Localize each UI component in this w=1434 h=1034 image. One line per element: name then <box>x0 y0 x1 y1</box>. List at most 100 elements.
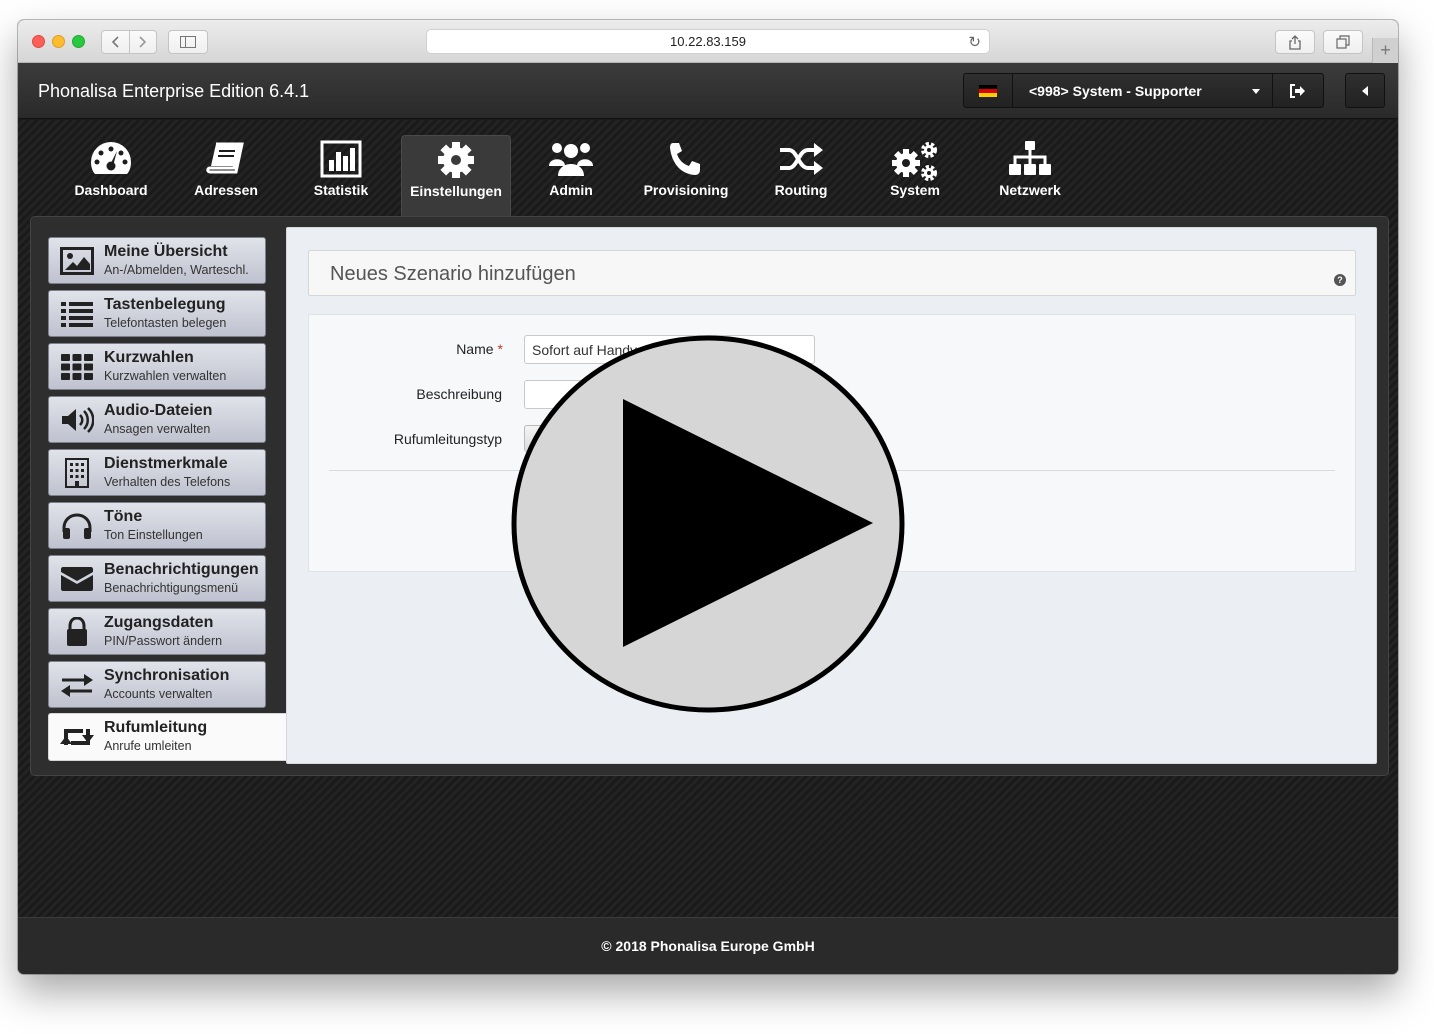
sidebar-item-title: Zugangsdaten <box>104 614 214 631</box>
required-marker: * <box>497 341 503 357</box>
german-flag-icon <box>979 84 997 97</box>
close-window-button[interactable] <box>32 35 45 48</box>
sidebar-item-title: Benachrichtigungen <box>104 561 259 578</box>
show-tabs-button[interactable] <box>1323 30 1363 54</box>
chevron-right-icon <box>139 36 146 48</box>
nav-label: Statistik <box>313 182 369 198</box>
exchange-icon <box>59 670 95 700</box>
back-button[interactable] <box>102 31 130 53</box>
nav-netzwerk[interactable]: Netzwerk <box>975 135 1085 216</box>
forward-button[interactable] <box>130 31 157 53</box>
language-button[interactable] <box>964 74 1013 107</box>
nav-admin[interactable]: Admin <box>516 135 626 216</box>
users-icon <box>549 143 593 176</box>
volume-icon <box>59 405 95 435</box>
sidebar-item-title: Kurzwahlen <box>104 349 194 366</box>
sidebar-toggle-button[interactable] <box>168 30 208 54</box>
headphones-icon <box>59 511 95 541</box>
sidebar-item-toene[interactable]: Töne Ton Einstellungen <box>48 502 266 549</box>
sidebar-item-subtitle: Anrufe umleiten <box>104 739 192 753</box>
sidebar-item-synchronisation[interactable]: Synchronisation Accounts verwalten <box>48 661 266 708</box>
url-text: 10.22.83.159 <box>670 34 746 49</box>
sidebar-item-title: Rufumleitung <box>104 719 208 736</box>
sidebar-item-subtitle: Telefontasten belegen <box>104 316 227 330</box>
sidebar-item-tastenbelegung[interactable]: Tastenbelegung Telefontasten belegen <box>48 290 266 337</box>
user-box: <998> System - Supporter <box>963 73 1324 108</box>
sidebar-item-meine-uebersicht[interactable]: Meine Übersicht An-/Abmelden, Warteschl. <box>48 237 266 284</box>
help-icon[interactable]: ? <box>1334 274 1346 286</box>
app-header: Phonalisa Enterprise Edition 6.4.1 <998>… <box>18 63 1398 119</box>
logout-button[interactable] <box>1273 74 1323 107</box>
nav-label: Admin <box>549 182 593 198</box>
minimize-window-button[interactable] <box>52 35 65 48</box>
user-dropdown[interactable]: <998> System - Supporter <box>1013 74 1273 107</box>
grid-icon <box>59 352 95 382</box>
sidebar-item-title: Dienstmerkmale <box>104 455 228 472</box>
address-bar[interactable]: 10.22.83.159 ↻ <box>426 29 990 54</box>
sidebar-item-subtitle: Kurzwahlen verwalten <box>104 369 227 383</box>
nav-provisioning[interactable]: Provisioning <box>631 135 741 216</box>
sidebar-item-rufumleitung[interactable]: Rufumleitung Anrufe umleiten <box>48 713 286 761</box>
forwarding-type-label: Rufumleitungstyp <box>393 431 502 447</box>
caret-down-icon <box>1252 89 1260 94</box>
sidebar-item-dienstmerkmale[interactable]: Dienstmerkmale Verhalten des Telefons <box>48 449 266 496</box>
browser-toolbar: 10.22.83.159 ↻ + <box>18 20 1398 63</box>
dashboard-icon <box>91 142 131 174</box>
list-icon <box>59 299 95 329</box>
footer: © 2018 Phonalisa Europe GmbH <box>18 917 1398 974</box>
building-icon <box>59 458 95 488</box>
nav-adressen[interactable]: Adressen <box>171 135 281 216</box>
new-tab-button[interactable]: + <box>1372 38 1398 63</box>
app-title: Phonalisa Enterprise Edition 6.4.1 <box>38 81 310 101</box>
page-title: Neues Szenario hinzufügen <box>330 263 576 285</box>
collapse-button[interactable] <box>1345 73 1385 108</box>
sidebar-item-kurzwahlen[interactable]: Kurzwahlen Kurzwahlen verwalten <box>48 343 266 390</box>
nav-label: Netzwerk <box>999 182 1061 198</box>
sidebar-item-title: Synchronisation <box>104 667 230 684</box>
nav-statistik[interactable]: Statistik <box>286 135 396 216</box>
nav-label: System <box>890 182 940 198</box>
zoom-window-button[interactable] <box>72 35 85 48</box>
sidebar-item-title: Meine Übersicht <box>104 243 228 260</box>
gears-icon <box>892 142 937 181</box>
sidebar-item-audio-dateien[interactable]: Audio-Dateien Ansagen verwalten <box>48 396 266 443</box>
nav-dashboard[interactable]: Dashboard <box>56 135 166 216</box>
copyright-text: © 2018 Phonalisa Europe GmbH <box>601 938 815 954</box>
share-button[interactable] <box>1275 30 1315 54</box>
play-button-icon[interactable] <box>511 335 905 713</box>
user-label: <998> System - Supporter <box>1029 82 1202 99</box>
nav-label: Provisioning <box>643 182 729 198</box>
sidebar-item-title: Tastenbelegung <box>104 296 226 313</box>
chevron-left-icon <box>112 36 119 48</box>
share-icon <box>1289 34 1301 50</box>
phone-icon <box>670 143 700 175</box>
tabs-icon <box>1336 35 1350 49</box>
sidebar-item-title: Töne <box>104 508 143 525</box>
sidebar-item-subtitle: Ansagen verwalten <box>104 422 211 436</box>
nav-system[interactable]: System <box>860 135 970 216</box>
sidebar-item-zugangsdaten[interactable]: Zugangsdaten PIN/Passwort ändern <box>48 608 266 655</box>
nav-routing[interactable]: Routing <box>746 135 856 216</box>
main-nav: Dashboard Adressen Statistik Einstellung… <box>18 120 1398 216</box>
caret-left-icon <box>1362 85 1368 96</box>
sidebar-item-subtitle: Ton Einstellungen <box>104 528 203 542</box>
picture-icon <box>59 246 95 276</box>
sidebar-item-subtitle: An-/Abmelden, Warteschl. <box>104 263 249 277</box>
sitemap-icon <box>1009 141 1051 175</box>
nav-einstellungen[interactable]: Einstellungen <box>401 135 511 216</box>
sidebar-item-benachrichtigungen[interactable]: Benachrichtigungen Benachrichtigungsmenü <box>48 555 266 602</box>
sidebar-item-subtitle: PIN/Passwort ändern <box>104 634 223 648</box>
book-icon <box>206 142 244 174</box>
nav-label: Dashboard <box>74 182 148 198</box>
sign-out-icon <box>1290 83 1305 98</box>
nav-label: Adressen <box>194 182 258 198</box>
reload-icon[interactable]: ↻ <box>968 33 981 51</box>
sidebar-item-subtitle: Accounts verwalten <box>104 687 213 701</box>
bar-chart-icon <box>320 140 362 178</box>
gear-icon <box>438 142 474 178</box>
sidebar-item-subtitle: Verhalten des Telefons <box>104 475 231 489</box>
description-label: Beschreibung <box>416 386 502 402</box>
shuffle-icon <box>780 143 823 175</box>
nav-label: Einstellungen <box>410 183 502 199</box>
lock-icon <box>59 617 95 647</box>
